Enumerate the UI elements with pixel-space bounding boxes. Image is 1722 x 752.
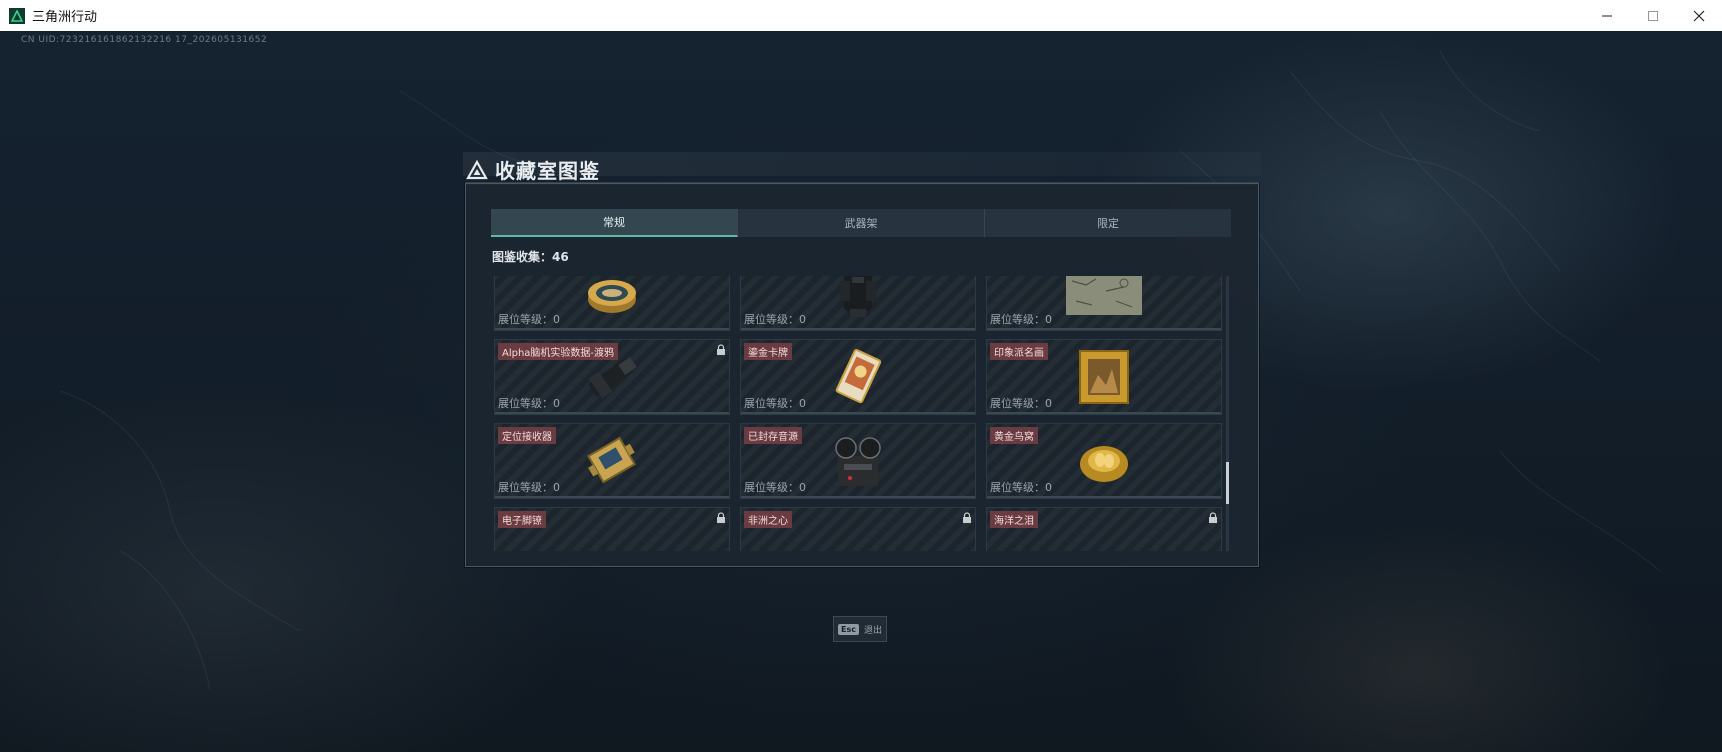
uid-watermark: CN UID:723216161862132216 17_20260513165… (21, 35, 268, 45)
item-card[interactable]: 黄金鸟窝 展位等级：0 (986, 423, 1222, 499)
card-bottom-bar (987, 412, 1221, 414)
tactical-device-icon (588, 357, 637, 399)
caviar-tin-icon (588, 280, 636, 313)
tab-weapon-rack[interactable]: 武器架 (738, 209, 985, 237)
panel-title: 收藏室图鉴 (466, 155, 600, 184)
golden-nest-icon (1080, 446, 1128, 482)
esc-key-hint: Esc (838, 623, 859, 635)
tab-general[interactable]: 常规 (491, 209, 738, 237)
close-icon (1693, 10, 1705, 21)
card-bottom-bar (987, 328, 1221, 330)
item-level: 展位等级：0 (498, 313, 560, 326)
reel-recorder-icon (835, 437, 881, 486)
tactical-vest-icon (840, 276, 876, 317)
item-card[interactable]: 展位等级：0 (494, 276, 730, 331)
item-name: 鎏金卡牌 (744, 343, 792, 360)
maximize-button[interactable] (1630, 0, 1676, 31)
gilded-card-icon (835, 348, 882, 404)
item-card[interactable]: 印象派名画 展位等级：0 (986, 339, 1222, 415)
window-title-bar: 三角洲行动 (0, 0, 1722, 32)
card-bottom-bar (741, 412, 975, 414)
maximize-icon (1648, 10, 1658, 21)
item-level: 展位等级：0 (990, 313, 1052, 326)
item-level: 展位等级：0 (990, 397, 1052, 410)
item-name: 非洲之心 (744, 511, 792, 528)
minimize-button[interactable] (1584, 0, 1630, 31)
card-bottom-bar (495, 496, 729, 498)
item-card[interactable]: 展位等级：0 (986, 276, 1222, 331)
card-bottom-bar (741, 328, 975, 330)
item-level: 展位等级：0 (744, 313, 806, 326)
item-name: 海洋之泪 (990, 511, 1038, 528)
item-card[interactable]: 鎏金卡牌 展位等级：0 (740, 339, 976, 415)
item-level: 展位等级：0 (744, 397, 806, 410)
item-card[interactable]: 定位接收器 展位等级：0 (494, 423, 730, 499)
panel-title-text: 收藏室图鉴 (495, 159, 600, 183)
item-grid: 展位等级：0 展位等级：0 展位等级：0 Alpha脑机实验数据-渡鸦 展位等级… (494, 276, 1222, 551)
collection-count: 图鉴收集：46 (492, 250, 569, 264)
card-bottom-bar (495, 328, 729, 330)
triangle-logo-icon (466, 159, 488, 179)
exit-button[interactable]: Esc 退出 (833, 616, 887, 642)
item-name: 定位接收器 (498, 427, 556, 444)
item-card[interactable]: 电子脚镣 (494, 507, 730, 551)
grid-scrollbar[interactable] (1226, 276, 1229, 551)
item-level: 展位等级：0 (498, 397, 560, 410)
item-name: 黄金鸟窝 (990, 427, 1038, 444)
item-card[interactable]: 展位等级：0 (740, 276, 976, 331)
tab-limited[interactable]: 限定 (985, 209, 1231, 237)
item-card[interactable]: 非洲之心 (740, 507, 976, 551)
close-button[interactable] (1676, 0, 1722, 31)
lock-icon (963, 512, 971, 523)
lock-icon (1209, 512, 1217, 523)
framed-painting-icon (1079, 350, 1129, 404)
item-card[interactable]: Alpha脑机实验数据-渡鸦 展位等级：0 (494, 339, 730, 415)
locator-receiver-icon (587, 436, 636, 484)
item-card[interactable]: 已封存音源 展位等级：0 (740, 423, 976, 499)
item-name: 印象派名画 (990, 343, 1048, 360)
item-level: 展位等级：0 (990, 481, 1052, 494)
lock-icon (717, 512, 725, 523)
item-level: 展位等级：0 (498, 481, 560, 494)
item-card[interactable]: 海洋之泪 (986, 507, 1222, 551)
item-name: 电子脚镣 (498, 511, 546, 528)
item-name: 已封存音源 (744, 427, 802, 444)
card-bottom-bar (495, 412, 729, 414)
exit-label: 退出 (863, 625, 882, 636)
window-title: 三角洲行动 (32, 10, 98, 25)
item-level: 展位等级：0 (744, 481, 806, 494)
card-bottom-bar (987, 496, 1221, 498)
card-bottom-bar (741, 496, 975, 498)
app-logo-icon (9, 7, 25, 24)
tab-bar: 常规 武器架 限定 (491, 209, 1231, 237)
old-map-icon (1066, 276, 1142, 315)
minimize-icon (1602, 15, 1612, 16)
scroll-thumb[interactable] (1226, 462, 1229, 504)
lock-icon (717, 344, 725, 355)
